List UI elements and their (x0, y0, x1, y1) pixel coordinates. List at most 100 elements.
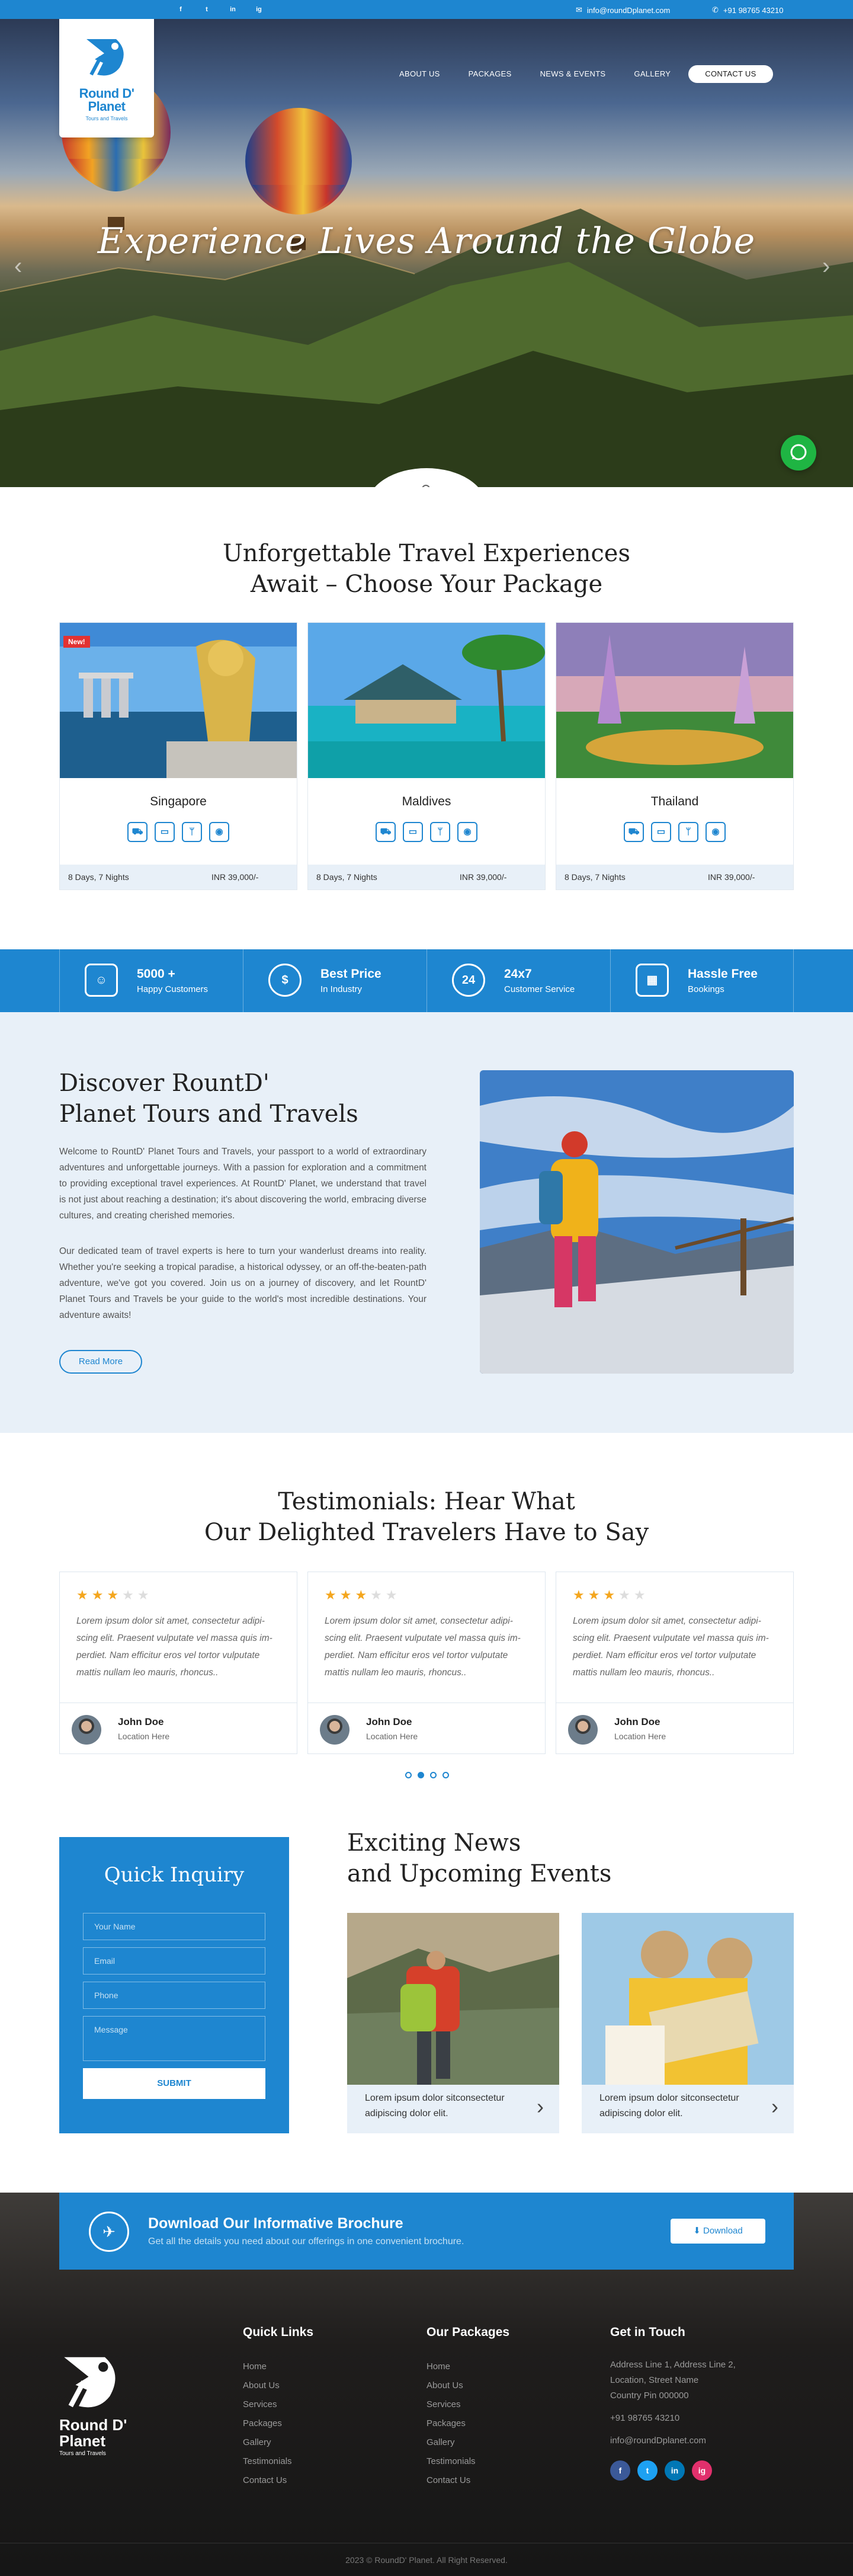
instagram-icon[interactable]: ig (692, 2460, 712, 2481)
testimonial-author: John Doe Location Here (308, 1703, 545, 1753)
logo-name-line2: Planet (88, 99, 126, 114)
footer-email[interactable]: info@roundDplanet.com (610, 2433, 788, 2449)
testimonial-card: ★★★★★ Lorem ipsum dolor sit amet, consec… (307, 1572, 546, 1754)
whatsapp-button[interactable] (781, 435, 816, 471)
footer-link[interactable]: Gallery (243, 2433, 313, 2452)
footer-link[interactable]: About Us (426, 2376, 509, 2395)
message-field[interactable]: Message (83, 2016, 265, 2061)
stat-title: 5000 + (137, 967, 175, 981)
footer-link[interactable]: Contact Us (243, 2471, 313, 2490)
food-icon: ᛘ (182, 822, 202, 842)
twitter-icon[interactable]: t (637, 2460, 658, 2481)
download-icon: ⬇ (693, 2226, 704, 2236)
carousel-dot-active[interactable] (418, 1772, 424, 1778)
chevron-right-icon[interactable]: › (771, 2094, 778, 2119)
whatsapp-icon (790, 444, 807, 460)
testimonial-quote: Lorem ipsum dolor sit amet, consectetur … (76, 1616, 272, 1678)
package-card-maldives[interactable]: Maldives ⛟ ▭ ᛘ ◉ 8 Days, 7 Nights INR 39,00… (307, 622, 546, 890)
about-title-line2: Planet Tours and Travels (59, 1100, 358, 1128)
hero-banner: ‹ › Experience Lives Around the Globe AB… (0, 19, 853, 487)
contact-title: Get in Touch (610, 2325, 685, 2339)
carousel-dot[interactable] (405, 1772, 412, 1778)
footer-link[interactable]: Home (426, 2357, 509, 2376)
nav-news[interactable]: NEWS & EVENTS (526, 65, 620, 83)
footer-link[interactable]: Services (243, 2395, 313, 2414)
instagram-icon[interactable]: ig (255, 5, 263, 14)
nav-contact-button[interactable]: CONTACT US (688, 65, 773, 83)
topbar-email-text: info@roundDplanet.com (586, 5, 671, 15)
testimonials-title: Testimonials: Hear What Our Delighted Tr… (0, 1486, 853, 1548)
footer-logo[interactable]: Round D' Planet Tours and Travels (59, 2349, 130, 2457)
linkedin-icon[interactable]: in (229, 5, 237, 14)
package-card-thailand[interactable]: Thailand ⛟ ▭ ᛘ ◉ 8 Days, 7 Nights INR 39,00… (556, 622, 794, 890)
footer-phone[interactable]: +91 98765 43210 (610, 2411, 788, 2426)
package-name: Singapore (150, 795, 207, 808)
name-field[interactable]: Your Name (83, 1913, 265, 1940)
about-section: Discover RountD' Planet Tours and Travel… (0, 1012, 853, 1433)
stat-best-price: $ Best Price In Industry (243, 949, 426, 1012)
submit-button[interactable]: SUBMIT (83, 2068, 265, 2099)
nav-packages[interactable]: PACKAGES (454, 65, 526, 83)
twitter-icon[interactable]: t (203, 5, 211, 14)
footer-link[interactable]: Services (426, 2395, 509, 2414)
logo-mark-icon (86, 39, 124, 76)
facebook-icon[interactable]: f (177, 5, 185, 14)
about-paragraph-1: Welcome to RountD' Planet Tours and Trav… (59, 1147, 426, 1221)
footer-link[interactable]: Gallery (426, 2433, 509, 2452)
news-card[interactable]: Lorem ipsum dolor sitconsectetur adipisc… (347, 1913, 559, 2133)
footer-quick-links: Quick Links Home About Us Services Packa… (243, 2325, 313, 2490)
carousel-dot[interactable] (442, 1772, 449, 1778)
packages-title: Unforgettable Travel Experiences Await –… (0, 538, 853, 600)
footer-logo-tagline: Tours and Travels (59, 2450, 106, 2457)
download-label: Download (703, 2226, 743, 2236)
footer-logo-line2: Planet (59, 2432, 106, 2450)
package-card-singapore[interactable]: New! Singapore ⛟ ▭ ᛘ ◉ 8 Days, 7 Nights INR… (59, 622, 297, 890)
footer-link[interactable]: Testimonials (426, 2452, 509, 2471)
phone-field[interactable]: Phone (83, 1982, 265, 2009)
footer-link[interactable]: Packages (426, 2414, 509, 2433)
site-logo[interactable]: Round D' Planet Tours and Travels (59, 19, 154, 137)
footer-link[interactable]: Contact Us (426, 2471, 509, 2490)
nav-about[interactable]: ABOUT US (385, 65, 454, 83)
news-hiker-image (347, 1913, 559, 2085)
news-travelers-image (582, 1913, 794, 2085)
group-icon: ☺ (85, 964, 118, 997)
author-location: Location Here (366, 1732, 418, 1741)
packages-title-line1: Unforgettable Travel Experiences (223, 540, 630, 567)
quick-inquiry-form: Quick Inquiry Your Name Email Phone Mess… (59, 1837, 289, 2133)
logo-tagline: Tours and Travels (85, 116, 128, 121)
footer-link[interactable]: Packages (243, 2414, 313, 2433)
chevron-right-icon[interactable]: › (537, 2094, 544, 2119)
thailand-image (556, 623, 793, 778)
top-bar: f t in ig ✉ info@roundDplanet.com ✆ +91 … (0, 0, 853, 19)
author-name: John Doe (118, 1716, 164, 1727)
footer-link[interactable]: Home (243, 2357, 313, 2376)
footer-link[interactable]: Testimonials (243, 2452, 313, 2471)
stat-sub: Bookings (688, 984, 724, 994)
topbar-email[interactable]: ✉ info@roundDplanet.com (576, 5, 670, 15)
download-button[interactable]: ⬇ Download (671, 2219, 765, 2244)
stat-title: Best Price (320, 967, 381, 981)
topbar-phone[interactable]: ✆ +91 98765 43210 (712, 5, 783, 15)
about-title: Discover RountD' Planet Tours and Travel… (59, 1068, 358, 1129)
package-name: Thailand (650, 795, 699, 808)
copyright: 2023 © RoundD' Planet. All Right Reserve… (0, 2543, 853, 2576)
car-icon: ⛟ (624, 822, 644, 842)
linkedin-icon[interactable]: in (665, 2460, 685, 2481)
nav-gallery[interactable]: GALLERY (620, 65, 685, 83)
testimonial-author: John Doe Location Here (60, 1703, 297, 1753)
package-duration: 8 Days, 7 Nights (316, 872, 377, 882)
maldives-image (308, 623, 545, 778)
footer-link[interactable]: About Us (243, 2376, 313, 2395)
read-more-button[interactable]: Read More (59, 1350, 142, 1374)
clock-24-icon: 24 (452, 964, 485, 997)
news-title: Exciting News and Upcoming Events (347, 1828, 611, 1889)
stat-sub: Happy Customers (137, 984, 209, 994)
email-field[interactable]: Email (83, 1947, 265, 1975)
carousel-dot[interactable] (430, 1772, 437, 1778)
package-duration: 8 Days, 7 Nights (565, 872, 626, 882)
facebook-icon[interactable]: f (610, 2460, 630, 2481)
quick-links-title: Quick Links (243, 2325, 314, 2339)
news-card[interactable]: Lorem ipsum dolor sitconsectetur adipisc… (582, 1913, 794, 2133)
about-title-line1: Discover RountD' (59, 1070, 270, 1097)
